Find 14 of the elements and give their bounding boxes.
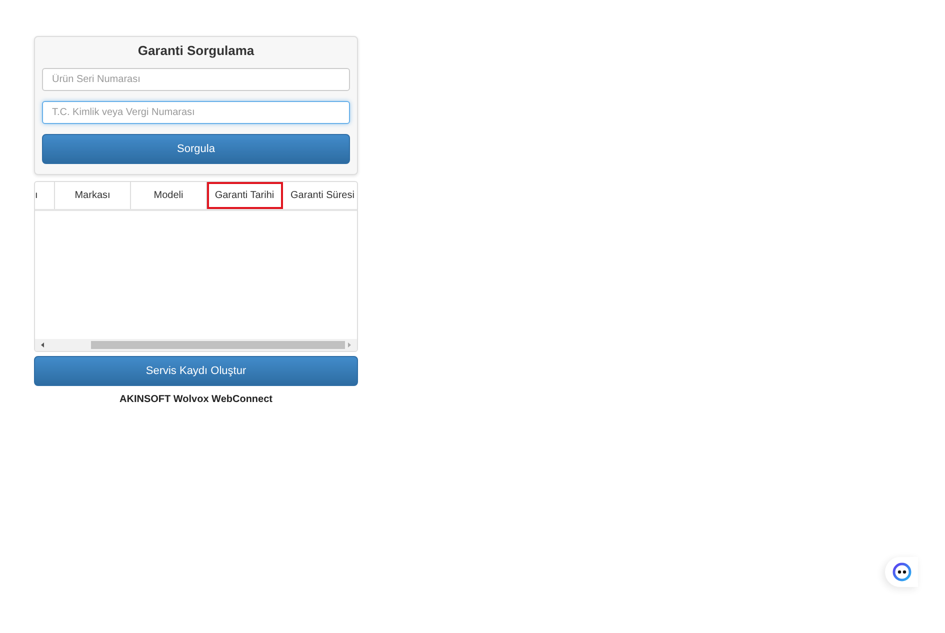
- chat-bot-icon: [892, 562, 912, 582]
- footer-text: AKINSOFT Wolvox WebConnect: [118, 394, 274, 405]
- input-field[interactable]: T.C. Kimlik veya Vergi Numarası: [42, 101, 350, 124]
- column-header[interactable]: Modeli: [131, 182, 207, 209]
- create-service-button[interactable]: Servis Kaydı Oluştur: [34, 356, 358, 386]
- horizontal-scrollbar[interactable]: [35, 339, 357, 351]
- chat-widget[interactable]: [885, 557, 918, 587]
- column-header[interactable]: Markası: [55, 182, 131, 209]
- panel-title: Garanti Sorgulama: [136, 43, 256, 58]
- input-field[interactable]: Ürün Seri Numarası: [42, 68, 350, 91]
- column-header[interactable]: ı: [35, 182, 55, 209]
- column-header[interactable]: Garanti Süresi: [283, 182, 357, 209]
- query-button[interactable]: Sorgula: [42, 134, 350, 164]
- column-header[interactable]: Garanti Tarihi: [207, 182, 283, 209]
